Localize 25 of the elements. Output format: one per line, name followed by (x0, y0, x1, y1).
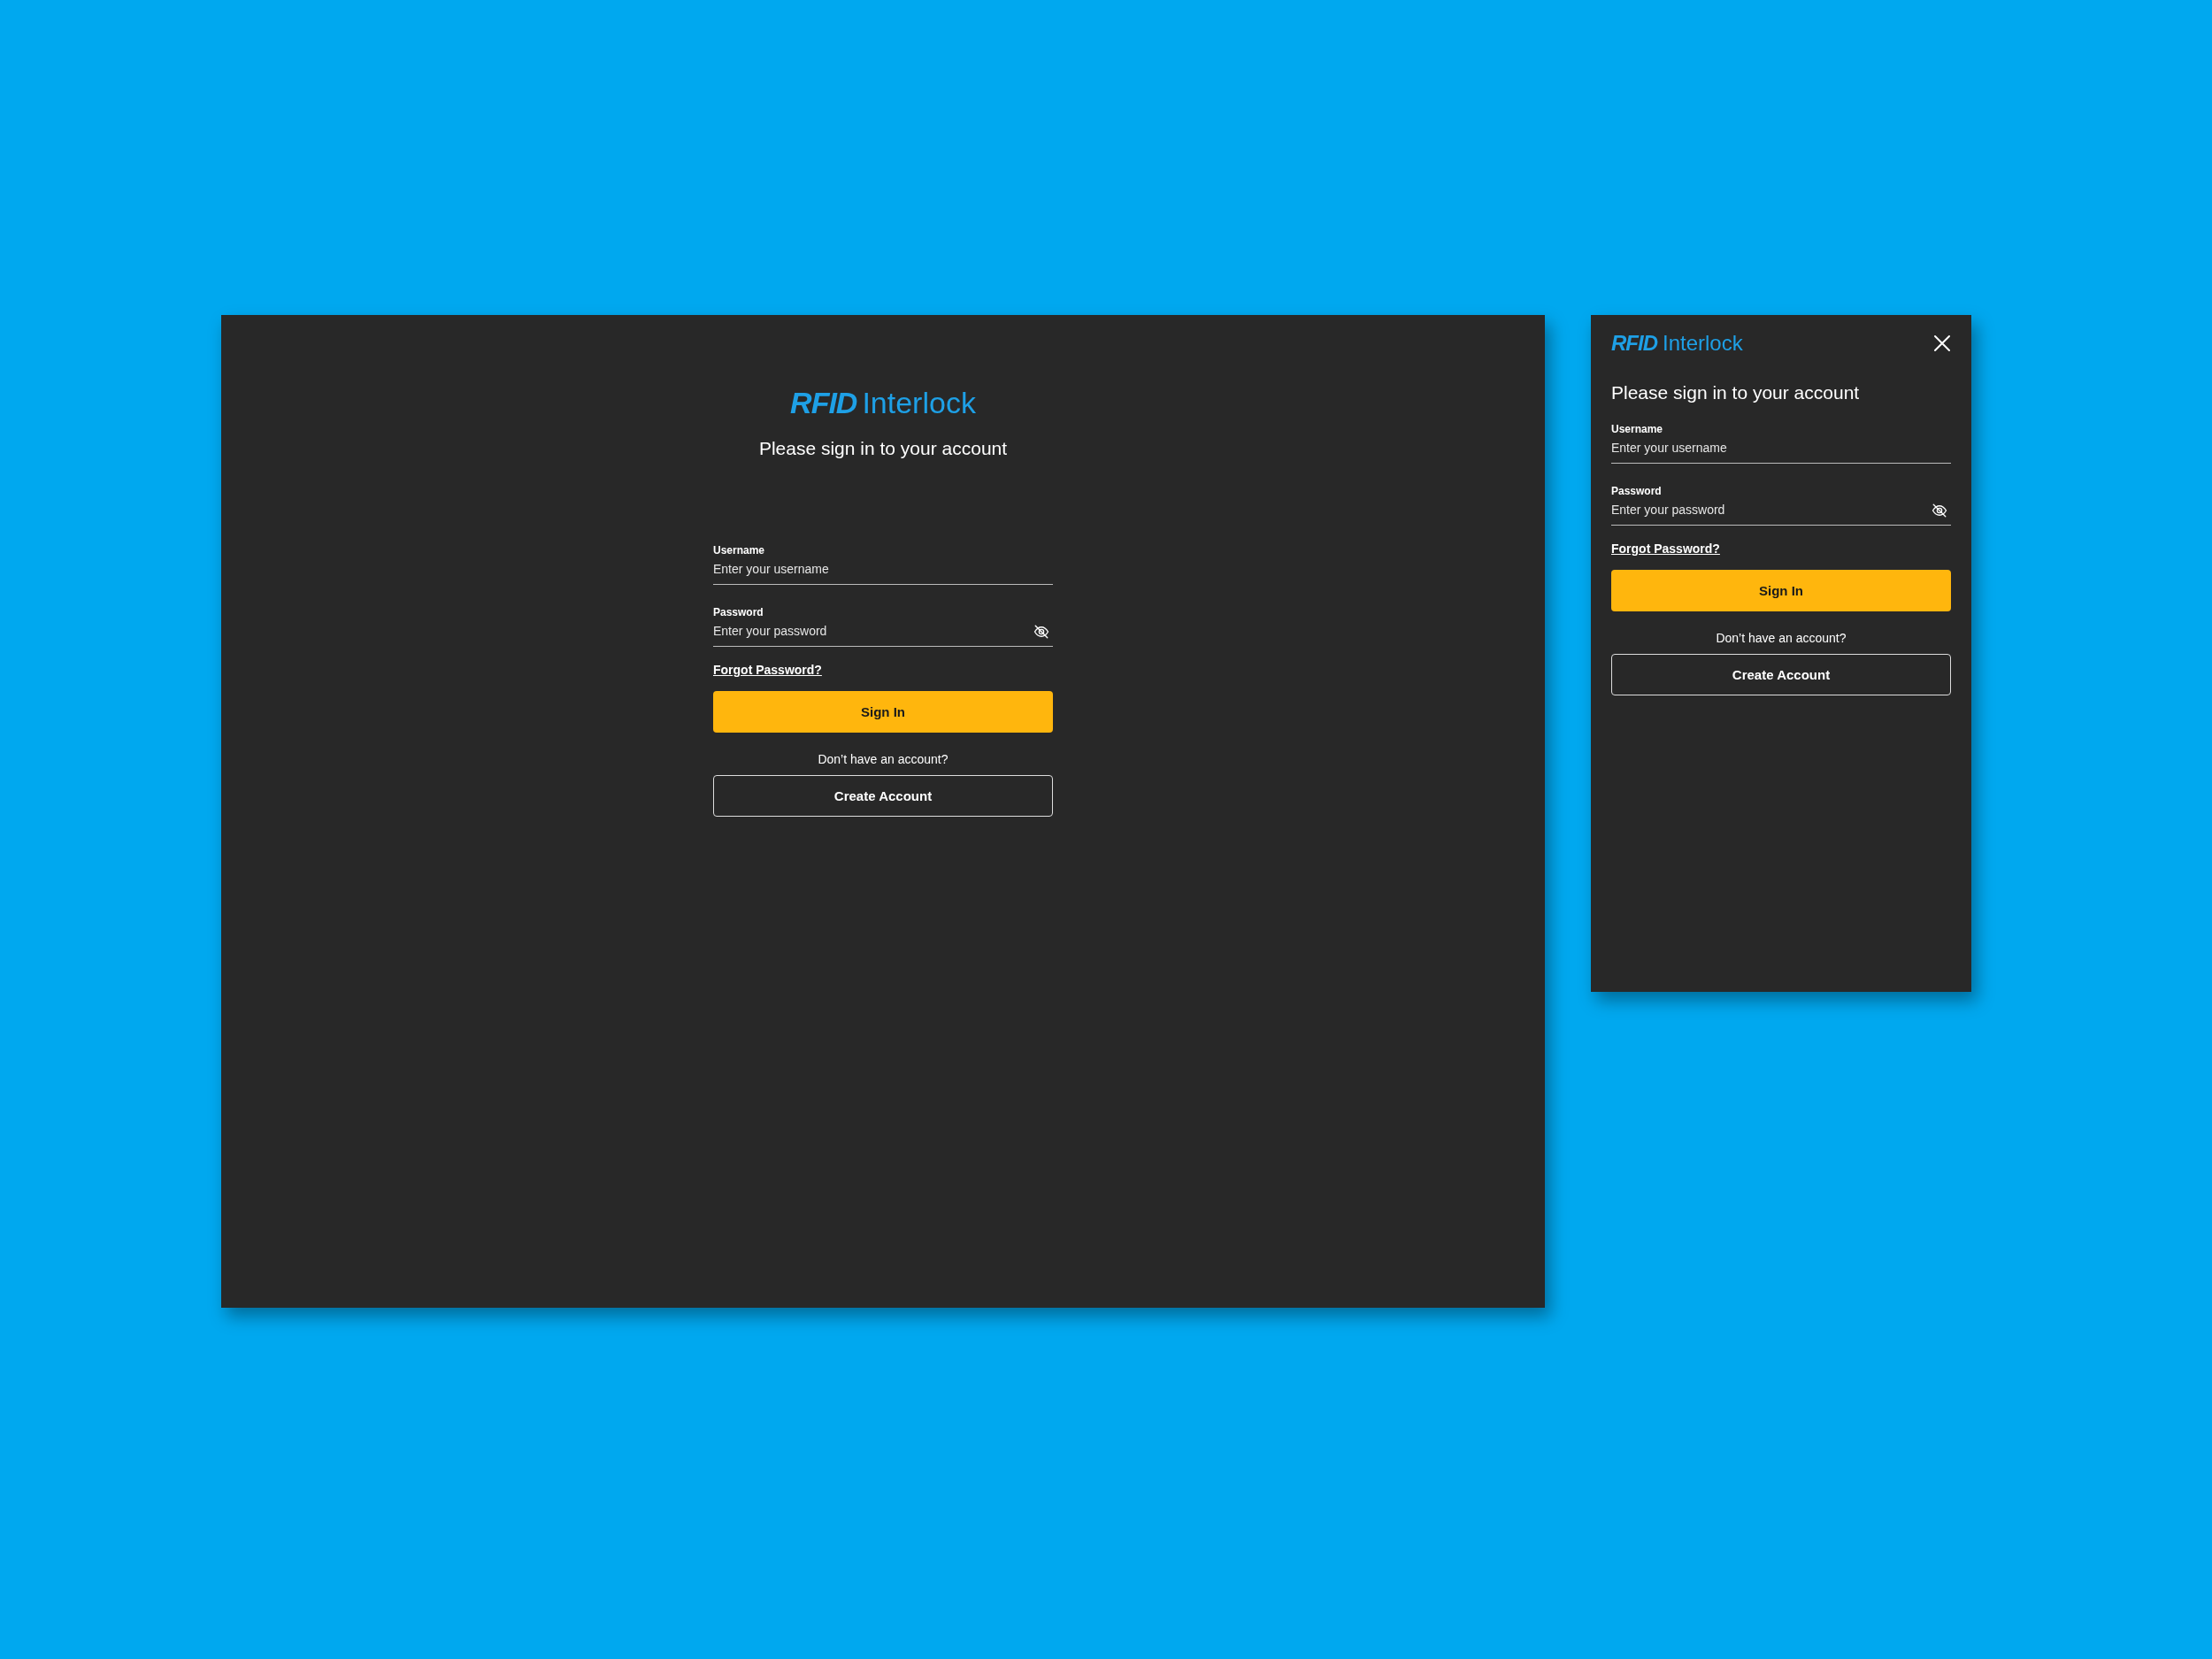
sign-in-heading: Please sign in to your account (1611, 382, 1861, 403)
logo-text: Interlock (1663, 331, 1743, 356)
forgot-password-link[interactable]: Forgot Password? (713, 663, 822, 677)
logo-mark: RFID (790, 386, 857, 420)
input-field[interactable]: Enter your password (713, 624, 1053, 647)
field-label: Username (1611, 423, 1664, 435)
eye-slash-icon[interactable] (1033, 624, 1049, 640)
input-field[interactable]: Enter your username (1611, 441, 1951, 464)
forgot-password-link[interactable]: Forgot Password? (1611, 541, 1720, 556)
sign-in-button[interactable]: Sign In (713, 691, 1053, 733)
create-account-button[interactable]: Create Account (1611, 654, 1951, 695)
field-label: Password (1611, 485, 1663, 497)
input-field[interactable]: Enter your password (1611, 503, 1951, 526)
sign-in-button[interactable]: Sign In (1611, 570, 1951, 611)
sign-in-heading: Please sign in to your account (758, 438, 1008, 459)
logo-text: Interlock (862, 386, 976, 420)
input-field[interactable]: Enter your username (713, 562, 1053, 585)
close-icon[interactable] (1933, 334, 1951, 352)
logo-mark: RFID (1611, 331, 1657, 356)
account-prompt: Don’t have an account? (818, 752, 949, 766)
eye-slash-icon[interactable] (1932, 503, 1947, 518)
create-account-button[interactable]: Create Account (713, 775, 1053, 817)
account-prompt: Don’t have an account? (1716, 631, 1847, 645)
field-label: Username (713, 544, 766, 557)
field-label: Password (713, 606, 764, 618)
